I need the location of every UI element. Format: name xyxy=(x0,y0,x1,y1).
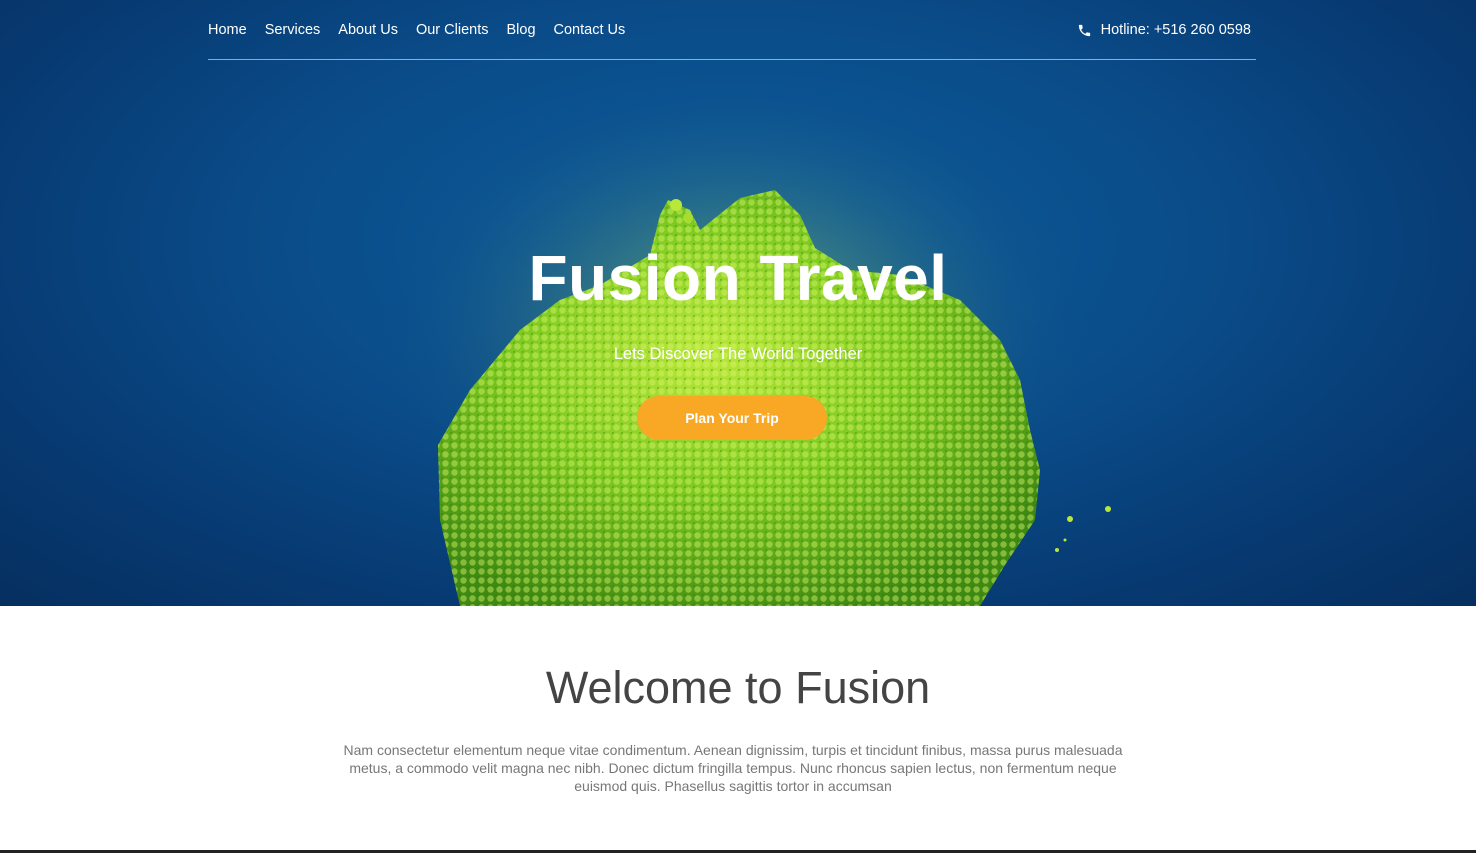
nav-links: Home Services About Us Our Clients Blog … xyxy=(208,21,643,39)
welcome-title: Welcome to Fusion xyxy=(545,662,931,713)
hotline[interactable]: Hotline: +516 260 0598 xyxy=(1077,21,1251,39)
phone-icon xyxy=(1078,24,1090,36)
nav-link-blog[interactable]: Blog xyxy=(506,21,535,39)
nav-link-contact-us[interactable]: Contact Us xyxy=(554,21,626,39)
hero-subtitle: Lets Discover The World Together xyxy=(613,345,863,363)
nav-link-our-clients[interactable]: Our Clients xyxy=(416,21,489,39)
top-navigation: Home Services About Us Our Clients Blog … xyxy=(208,0,1256,60)
nav-link-services[interactable]: Services xyxy=(265,21,321,39)
plan-your-trip-button[interactable]: Plan Your Trip xyxy=(637,396,827,440)
welcome-text: Nam consectetur elementum neque vitae co… xyxy=(343,742,1123,794)
hero-title: Fusion Travel xyxy=(528,242,948,314)
nav-link-about-us[interactable]: About Us xyxy=(338,21,398,39)
nav-link-home[interactable]: Home xyxy=(208,21,247,39)
hotline-text: Hotline: +516 260 0598 xyxy=(1100,22,1251,38)
hero-section: Home Services About Us Our Clients Blog … xyxy=(0,0,1476,606)
